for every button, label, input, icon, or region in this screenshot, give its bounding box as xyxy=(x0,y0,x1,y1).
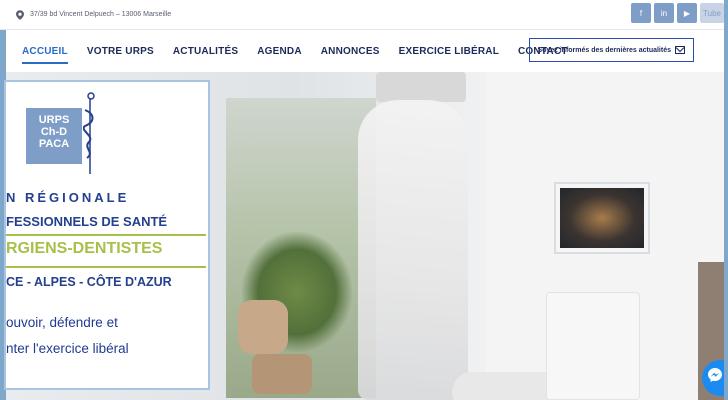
nav-item-agenda[interactable]: AGENDA xyxy=(257,46,302,57)
map-pin-icon xyxy=(16,9,24,20)
hero-monitor-screen xyxy=(560,188,644,248)
youtube-icon[interactable]: Tube xyxy=(700,3,724,23)
headline-region: CE - ALPES - CÔTE D'AZUR xyxy=(6,275,172,289)
youtube-play-icon[interactable]: ▶ xyxy=(677,3,697,23)
tagline-line-2: nter l'exercice libéral xyxy=(6,341,129,356)
tagline-line-1: ouvoir, défendre et xyxy=(6,315,118,330)
nav-item-exercice-liberal[interactable]: EXERCICE LIBÉRAL xyxy=(399,46,499,57)
linkedin-icon[interactable]: in xyxy=(654,3,674,23)
hero-stool-seat xyxy=(252,354,312,394)
logo-line-paca: PACA xyxy=(38,138,70,150)
logo-line-urps: URPS xyxy=(38,114,70,126)
headline-professionnels: FESSIONNELS DE SANTÉ xyxy=(6,214,168,229)
nav-item-votre-urps[interactable]: VOTRE URPS xyxy=(87,46,154,57)
facebook-icon[interactable]: f xyxy=(631,3,651,23)
newsletter-label: Soyez informés des dernières actualités xyxy=(537,46,671,54)
page-frame-right xyxy=(724,0,728,400)
logo-line-chd: Ch-D xyxy=(40,126,68,138)
hero-text-panel: URPS Ch-D PACA N RÉGIONALE FESSIONNELS D… xyxy=(4,80,210,390)
nav-item-accueil[interactable]: ACCUEIL xyxy=(22,46,68,64)
hero-stool-back xyxy=(238,300,288,354)
hero-equipment-cart xyxy=(546,292,640,400)
logo-box: URPS Ch-D PACA xyxy=(26,108,82,164)
nav-item-actualites[interactable]: ACTUALITÉS xyxy=(173,46,238,57)
caduceus-icon xyxy=(83,92,95,174)
address-text: 37/39 bd Vincent Delpuech – 13006 Marsei… xyxy=(30,11,172,18)
urps-logo: URPS Ch-D PACA xyxy=(26,92,102,174)
headline-chirurgiens-dentistes: RGIENS-DENTISTES xyxy=(6,240,163,257)
hero-dental-lamp xyxy=(376,72,466,102)
hero-dentist-figure xyxy=(358,100,468,400)
messenger-icon xyxy=(708,368,722,382)
top-info-bar: 37/39 bd Vincent Delpuech – 13006 Marsei… xyxy=(0,0,728,30)
headline-regionale: N RÉGIONALE xyxy=(6,190,130,205)
social-links: f in ▶ Tube xyxy=(631,3,724,23)
newsletter-button[interactable]: Soyez informés des dernières actualités xyxy=(528,38,694,62)
main-navigation: ACCUEIL VOTRE URPS ACTUALITÉS AGENDA ANN… xyxy=(6,30,728,72)
envelope-icon xyxy=(675,46,685,54)
nav-item-annonces[interactable]: ANNONCES xyxy=(321,46,380,57)
hero-monitor xyxy=(554,182,650,254)
